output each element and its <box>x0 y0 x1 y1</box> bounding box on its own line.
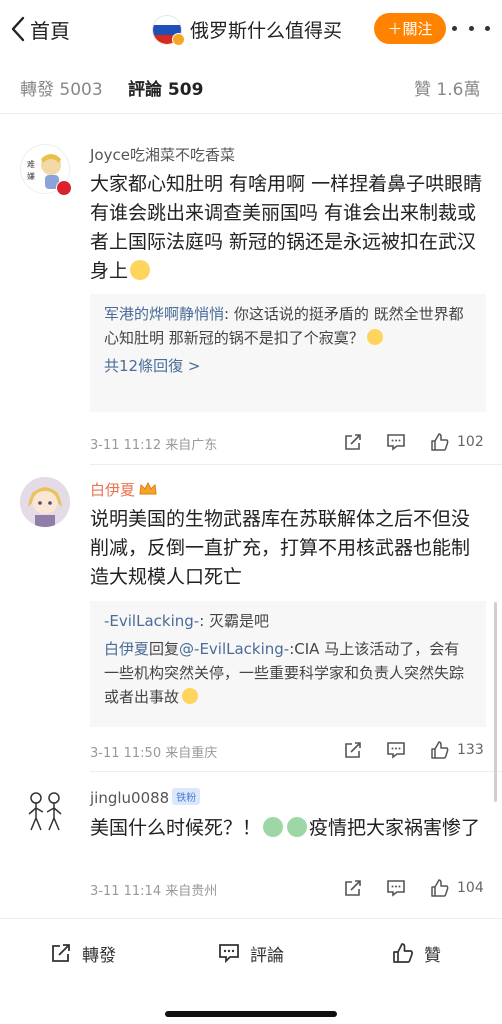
reply-item: -EvilLacking-: 灭霸是吧 <box>104 612 270 630</box>
follow-button[interactable]: ＋關注 <box>374 13 446 44</box>
comment-time: 3-11 11:12 来自广东 <box>90 438 218 453</box>
like-icon[interactable] <box>430 432 450 452</box>
reply-box[interactable]: 军港的烨啊静悄悄: 你这话说的挺矛盾的 既然全世界都心知肚明 那新冠的锅不是扣了… <box>90 294 486 412</box>
sick-emoji-icon <box>287 817 308 837</box>
comment-meta: 3-11 11:50 来自重庆 133 <box>90 740 486 761</box>
reply-author[interactable]: 白伊夏 <box>104 640 149 658</box>
sick-emoji-icon <box>263 817 284 837</box>
chevron-left-icon <box>11 16 25 42</box>
comment-icon[interactable] <box>386 740 406 760</box>
back-label: 首頁 <box>30 18 70 43</box>
crown-badge-icon <box>139 482 157 495</box>
comment-label: 評論 <box>250 945 284 966</box>
avatar[interactable] <box>20 786 70 836</box>
like-icon[interactable] <box>430 878 450 898</box>
like-count: 102 <box>457 434 484 450</box>
username[interactable]: jinglu0088 铁粉 <box>90 788 201 807</box>
repost-label: 轉發 <box>82 945 116 966</box>
comment-time: 3-11 11:50 来自重庆 <box>90 746 218 761</box>
more-replies-link[interactable]: 共12條回復 > <box>104 354 472 378</box>
username[interactable]: 白伊夏 <box>90 479 157 500</box>
comment-meta: 3-11 11:12 来自广东 102 <box>90 432 486 453</box>
verified-badge-icon <box>172 33 185 46</box>
bottom-action-bar: 轉發 評論 贊 <box>0 918 502 1024</box>
reply-item: 军港的烨啊静悄悄: 你这话说的挺矛盾的 既然全世界都心知肚明 那新冠的锅不是扣了… <box>104 305 464 347</box>
like-count: 133 <box>457 742 484 758</box>
comment-time: 3-11 11:14 来自贵州 <box>90 884 218 899</box>
sleepy-emoji-icon <box>130 260 151 280</box>
back-button[interactable]: 首頁 <box>10 12 70 46</box>
tab-likes[interactable]: 贊 1.6萬 <box>414 75 480 100</box>
like-label: 贊 <box>424 945 441 966</box>
comment-button[interactable]: 評論 <box>218 941 284 966</box>
repost-button[interactable]: 轉發 <box>50 941 116 966</box>
avatar[interactable] <box>20 477 70 527</box>
share-icon[interactable] <box>343 878 363 898</box>
like-count: 104 <box>457 880 484 896</box>
more-options-icon[interactable] <box>452 17 490 39</box>
reply-item: 白伊夏回复@-EvilLacking-:CIA 马上该活动了，会有一些机构突然关… <box>104 640 465 706</box>
reply-box[interactable]: -EvilLacking-: 灭霸是吧 白伊夏回复@-EvilLacking-:… <box>90 601 486 727</box>
thinking-emoji-icon <box>366 329 383 345</box>
comment-icon[interactable] <box>386 432 406 452</box>
scrollbar[interactable] <box>494 602 497 802</box>
avatar-sketch-icon <box>20 786 70 836</box>
svg-text:难: 难 <box>27 159 35 169</box>
tongue-emoji-icon <box>182 688 199 704</box>
nav-bar: 首頁 俄罗斯什么值得买 ＋關注 <box>0 0 502 58</box>
comment-icon <box>219 944 239 964</box>
tab-bar: 轉發 5003 評論 509 贊 1.6萬 <box>0 58 502 114</box>
reply-mention[interactable]: @-EvilLacking- <box>179 640 289 658</box>
comment-icon[interactable] <box>386 878 406 898</box>
home-indicator[interactable] <box>165 1011 337 1017</box>
username[interactable]: Joyce吃湘菜不吃香菜 <box>90 144 235 165</box>
comment-text: 大家都心知肚明 有啥用啊 一样捏着鼻子哄眼睛 有谁会跳出来调查美丽国吗 有谁会出… <box>90 173 483 282</box>
tab-comments[interactable]: 評論 509 <box>128 75 203 100</box>
region-badge-icon <box>56 180 72 196</box>
comment-text: 说明美国的生物武器库在苏联解体之后不但没削减，反倒一直扩充，打算不用核武器也能制… <box>90 508 471 588</box>
like-icon[interactable] <box>430 740 450 760</box>
comment-text: 美国什么时候死？！ 疫情把大家祸害惨了 <box>90 817 481 839</box>
avatar-anime-icon <box>20 477 70 527</box>
like-button[interactable]: 贊 <box>392 941 441 966</box>
like-icon <box>393 943 413 963</box>
repost-icon <box>52 944 70 962</box>
reply-author[interactable]: -EvilLacking- <box>104 612 199 630</box>
svg-text:嫌: 嫌 <box>27 171 35 181</box>
comment-meta: 3-11 11:14 来自贵州 104 <box>90 878 486 899</box>
reply-author[interactable]: 军港的烨啊静悄悄 <box>104 305 224 323</box>
tab-reposts[interactable]: 轉發 5003 <box>20 75 103 100</box>
share-icon[interactable] <box>343 432 363 452</box>
fan-badge: 铁粉 <box>172 788 201 805</box>
page-title: 俄罗斯什么值得买 <box>190 20 343 42</box>
share-icon[interactable] <box>343 740 363 760</box>
